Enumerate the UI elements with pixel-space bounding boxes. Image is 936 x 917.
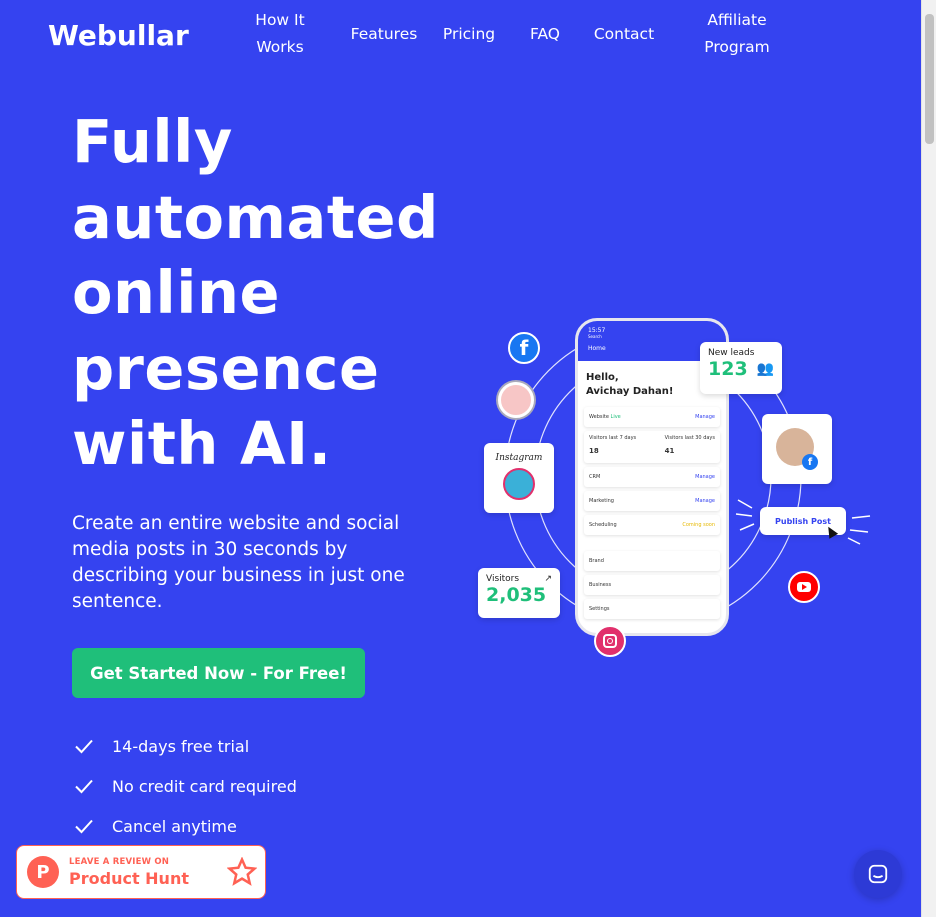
instagram-card: Instagram bbox=[484, 443, 554, 513]
row-label: Website bbox=[589, 414, 609, 420]
hero-illustration: 15:57 Search Home Hello, Avichay Dahan! … bbox=[470, 290, 890, 660]
logo[interactable]: Webullar bbox=[48, 18, 189, 52]
nav-contact[interactable]: Contact bbox=[586, 21, 662, 48]
phone-row-brand: Brand bbox=[584, 551, 720, 571]
star-icon bbox=[227, 857, 257, 886]
nav-features[interactable]: Features bbox=[340, 21, 428, 48]
row-label: Business bbox=[589, 582, 612, 588]
row-label: Marketing bbox=[589, 498, 614, 504]
phone-title: Home bbox=[588, 345, 606, 352]
nav-faq[interactable]: FAQ bbox=[522, 21, 568, 48]
get-started-button[interactable]: Get Started Now - For Free! bbox=[72, 648, 365, 698]
nav-how-it-works[interactable]: How It Works bbox=[246, 7, 314, 61]
visitors-label: Visitors bbox=[486, 574, 520, 584]
product-hunt-text: LEAVE A REVIEW ON Product Hunt bbox=[69, 857, 189, 888]
avatar bbox=[498, 382, 534, 418]
product-hunt-big-label: Product Hunt bbox=[69, 868, 189, 888]
manage-link: Manage bbox=[695, 474, 715, 480]
facebook-icon: f bbox=[508, 332, 540, 364]
visitors-value: 2,035 bbox=[486, 584, 547, 606]
hero-headline: Fully automated online presence with AI. bbox=[72, 104, 472, 482]
feature-checklist: 14-days free trial No credit card requir… bbox=[72, 726, 297, 846]
row-label: Brand bbox=[589, 558, 604, 564]
row-label: CRM bbox=[589, 474, 601, 480]
stat-label: Visitors last 30 days bbox=[664, 435, 715, 441]
check-label: Cancel anytime bbox=[112, 816, 237, 836]
new-leads-value: 123 bbox=[708, 358, 748, 380]
facebook-badge-icon: f bbox=[802, 454, 818, 470]
nav-affiliate-program[interactable]: Affiliate Program bbox=[690, 7, 784, 61]
check-icon bbox=[75, 779, 93, 794]
headline-line: Fully bbox=[72, 107, 233, 176]
stat-value: 18 bbox=[589, 447, 599, 455]
scrollbar-thumb[interactable] bbox=[925, 14, 934, 144]
instagram-icon bbox=[594, 625, 626, 657]
chat-icon bbox=[868, 864, 888, 884]
nav-pricing[interactable]: Pricing bbox=[436, 21, 502, 48]
row-label: Scheduling bbox=[589, 522, 617, 528]
logo-text: Webullar bbox=[48, 18, 189, 52]
product-hunt-logo-icon: P bbox=[27, 856, 59, 888]
check-item: Cancel anytime bbox=[72, 806, 297, 846]
publish-label: Publish Post bbox=[775, 516, 831, 526]
instagram-avatar bbox=[503, 468, 535, 500]
product-hunt-badge[interactable]: P LEAVE A REVIEW ON Product Hunt bbox=[16, 845, 266, 899]
row-label: Settings bbox=[589, 606, 610, 612]
chat-widget-button[interactable] bbox=[854, 850, 902, 898]
check-item: 14-days free trial bbox=[72, 726, 297, 766]
headline-line: presence bbox=[72, 333, 380, 403]
check-label: 14-days free trial bbox=[112, 736, 250, 756]
youtube-icon bbox=[788, 571, 820, 603]
product-hunt-small-label: LEAVE A REVIEW ON bbox=[69, 856, 170, 867]
visitors-card: Visitors ↗ 2,035 bbox=[478, 568, 560, 618]
phone-time: 15:57 bbox=[588, 327, 606, 334]
headline-line: automated bbox=[72, 182, 439, 252]
phone-row-marketing: Marketing Manage bbox=[584, 491, 720, 511]
headline-line: online bbox=[72, 258, 281, 327]
new-leads-label: New leads bbox=[708, 348, 755, 358]
coming-soon: Coming soon bbox=[682, 522, 715, 528]
greeting-text: Hello, bbox=[586, 372, 619, 383]
new-leads-card: New leads 123 👥 bbox=[700, 342, 782, 394]
manage-link: Manage bbox=[695, 498, 715, 504]
live-badge: Live bbox=[610, 414, 621, 420]
instagram-label: Instagram bbox=[495, 453, 543, 463]
phone-row-scheduling: Scheduling Coming soon bbox=[584, 515, 720, 535]
check-label: No credit card required bbox=[112, 776, 297, 796]
phone-row-business: Business bbox=[584, 575, 720, 595]
phone-row-settings: Settings bbox=[584, 599, 720, 619]
stat-value: 41 bbox=[664, 447, 675, 455]
scrollbar[interactable] bbox=[921, 0, 936, 917]
hero-subtitle: Create an entire website and social medi… bbox=[72, 513, 405, 612]
stat-label: Visitors last 7 days bbox=[589, 435, 637, 441]
greeting-name: Avichay Dahan! bbox=[586, 386, 674, 397]
phone-back: Search bbox=[588, 334, 602, 339]
check-icon bbox=[75, 819, 93, 834]
headline-line: with AI. bbox=[72, 409, 332, 478]
check-item: No credit card required bbox=[72, 766, 297, 806]
trend-up-icon: ↗ bbox=[544, 574, 552, 584]
manage-link: Manage bbox=[695, 414, 715, 420]
check-icon bbox=[75, 739, 93, 754]
phone-row-crm: CRM Manage bbox=[584, 467, 720, 487]
profile-card: f bbox=[762, 414, 832, 484]
users-icon: 👥 bbox=[756, 361, 774, 377]
phone-row-website: Website Live Manage bbox=[584, 407, 720, 427]
phone-stats: Visitors last 7 days 18 Visitors last 30 … bbox=[584, 431, 720, 463]
